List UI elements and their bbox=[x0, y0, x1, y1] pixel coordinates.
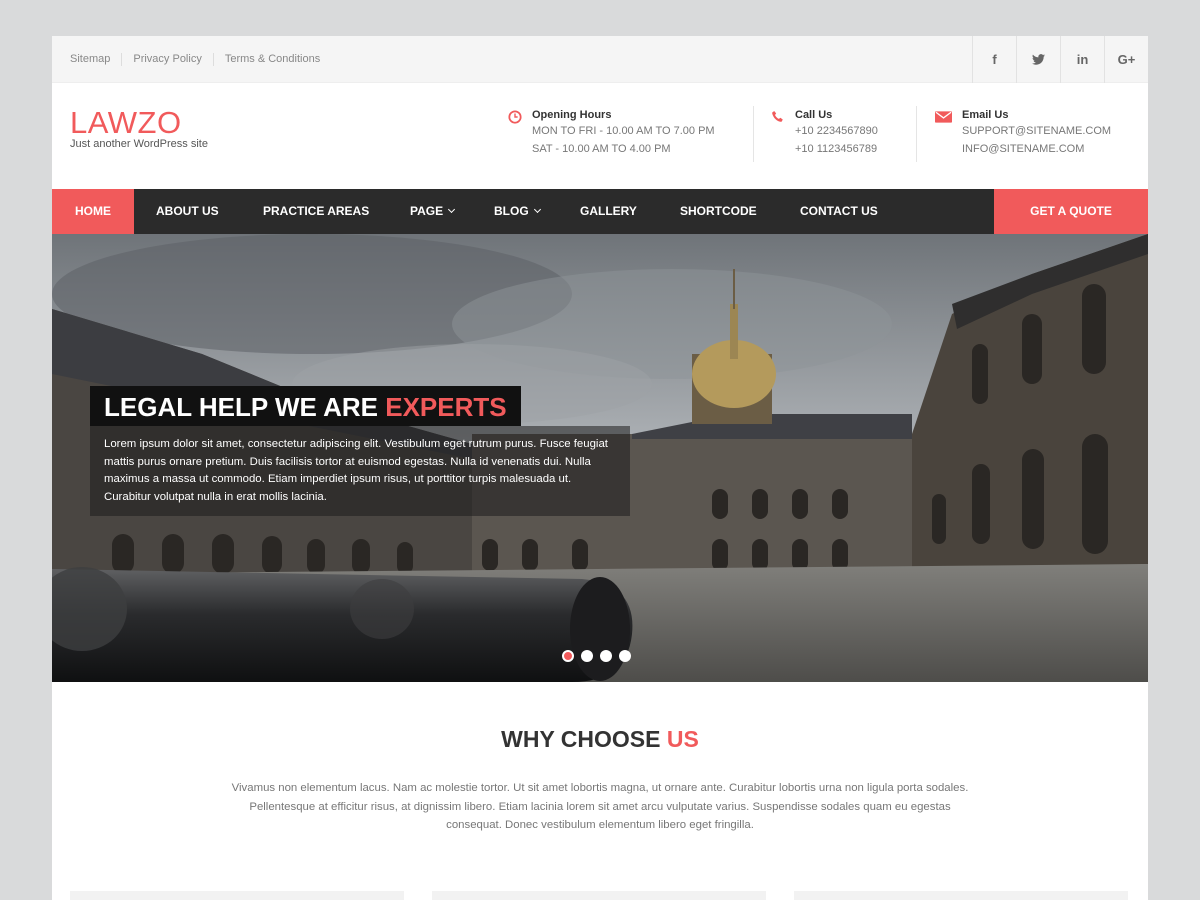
header-divider bbox=[916, 106, 917, 162]
opening-hours: Opening Hours MON TO FRI - 10.00 AM TO 7… bbox=[508, 108, 715, 163]
hero-text: Lorem ipsum dolor sit amet, consectetur … bbox=[90, 426, 630, 516]
call-us-title: Call Us bbox=[795, 109, 833, 121]
hero-headline: LEGAL HELP WE ARE EXPERTS bbox=[90, 386, 521, 426]
terms-link[interactable]: Terms & Conditions bbox=[212, 53, 331, 66]
nav-page-label: PAGE bbox=[410, 204, 444, 218]
envelope-icon bbox=[935, 111, 952, 123]
phone-number-2[interactable]: +10 1123456789 bbox=[795, 140, 878, 158]
site-logo[interactable]: LAWZO bbox=[70, 105, 182, 141]
slider-dot-4[interactable] bbox=[619, 650, 631, 662]
nav-blog[interactable]: BLOG bbox=[494, 189, 541, 234]
email-us-title: Email Us bbox=[962, 109, 1009, 121]
privacy-policy-link[interactable]: Privacy Policy bbox=[121, 53, 212, 66]
hero-headline-main: LEGAL HELP WE ARE bbox=[104, 392, 378, 422]
clock-icon bbox=[508, 110, 522, 124]
nav-shortcode[interactable]: SHORTCODE bbox=[680, 189, 757, 234]
slider-dot-3[interactable] bbox=[600, 650, 612, 662]
facebook-icon[interactable]: f bbox=[972, 36, 1016, 83]
site-tagline: Just another WordPress site bbox=[70, 138, 208, 150]
call-us: Call Us +10 2234567890 +10 1123456789 bbox=[771, 108, 878, 163]
nav-contact-us[interactable]: CONTACT US bbox=[800, 189, 878, 234]
get-a-quote-button[interactable]: GET A QUOTE bbox=[994, 189, 1148, 234]
feature-card bbox=[432, 891, 766, 900]
feature-card bbox=[70, 891, 404, 900]
chevron-down-icon bbox=[533, 205, 541, 214]
main-nav: HOME ABOUT US PRACTICE AREAS PAGE BLOG G… bbox=[52, 189, 1148, 234]
nav-page[interactable]: PAGE bbox=[410, 189, 456, 234]
section-description: Vivamus non elementum lacus. Nam ac mole… bbox=[231, 782, 969, 831]
info-email[interactable]: INFO@SITENAME.COM bbox=[962, 140, 1111, 158]
top-links: Sitemap Privacy Policy Terms & Condition… bbox=[70, 53, 331, 66]
google-plus-icon[interactable]: G+ bbox=[1104, 36, 1148, 83]
support-email[interactable]: SUPPORT@SITENAME.COM bbox=[962, 122, 1111, 140]
phone-icon bbox=[772, 111, 783, 122]
social-links: f in G+ bbox=[972, 36, 1148, 83]
linkedin-icon[interactable]: in bbox=[1060, 36, 1104, 83]
nav-blog-label: BLOG bbox=[494, 204, 529, 218]
page: Sitemap Privacy Policy Terms & Condition… bbox=[52, 36, 1148, 900]
feature-cards bbox=[70, 891, 1148, 900]
top-bar: Sitemap Privacy Policy Terms & Condition… bbox=[52, 36, 1148, 83]
phone-number-1[interactable]: +10 2234567890 bbox=[795, 122, 878, 140]
hero-headline-accent: EXPERTS bbox=[385, 392, 507, 422]
feature-card bbox=[794, 891, 1128, 900]
opening-hours-saturday: SAT - 10.00 AM TO 4.00 PM bbox=[532, 143, 671, 155]
nav-home[interactable]: HOME bbox=[52, 189, 134, 234]
nav-about-us[interactable]: ABOUT US bbox=[156, 189, 219, 234]
section-title: WHY CHOOSE US bbox=[52, 726, 1148, 753]
email-us: Email Us SUPPORT@SITENAME.COM INFO@SITEN… bbox=[935, 108, 1111, 163]
opening-hours-weekdays: MON TO FRI - 10.00 AM TO 7.00 PM bbox=[532, 125, 715, 137]
why-choose-us-section: WHY CHOOSE US Vivamus non elementum lacu… bbox=[52, 726, 1148, 835]
nav-practice-areas[interactable]: PRACTICE AREAS bbox=[263, 189, 369, 234]
nav-gallery[interactable]: GALLERY bbox=[580, 189, 637, 234]
opening-hours-title: Opening Hours bbox=[532, 109, 612, 121]
header-divider bbox=[753, 106, 754, 162]
chevron-down-icon bbox=[448, 205, 456, 214]
slider-dot-2[interactable] bbox=[581, 650, 593, 662]
hero-slider: LEGAL HELP WE ARE EXPERTS Lorem ipsum do… bbox=[52, 234, 1148, 682]
sitemap-link[interactable]: Sitemap bbox=[70, 53, 121, 66]
section-title-main: WHY CHOOSE bbox=[501, 726, 661, 752]
slider-dot-1[interactable] bbox=[562, 650, 574, 662]
slider-dots bbox=[562, 650, 638, 662]
section-title-accent: US bbox=[666, 726, 699, 752]
twitter-icon[interactable] bbox=[1016, 36, 1060, 83]
